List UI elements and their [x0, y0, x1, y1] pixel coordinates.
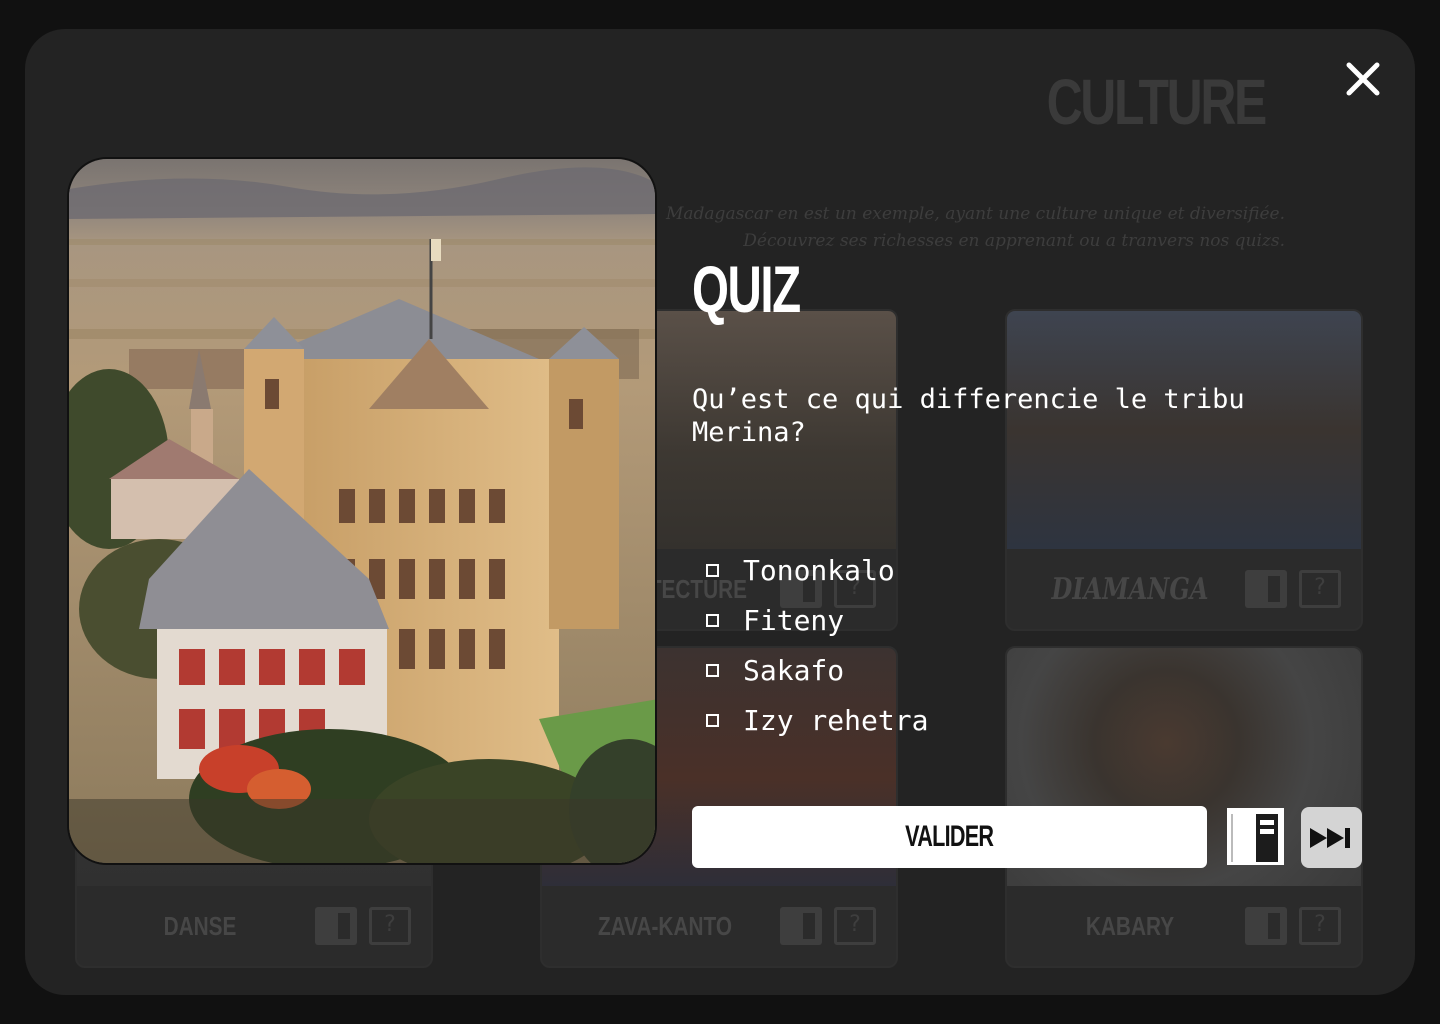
answer-checkbox[interactable]	[706, 563, 719, 577]
book-icon[interactable]	[315, 907, 357, 945]
validate-button[interactable]: VALIDER	[692, 806, 1207, 868]
answer-option[interactable]: Sakafo	[706, 645, 928, 695]
answer-option[interactable]: Tononkalo	[706, 545, 928, 595]
card-label: DIAMANGA	[1051, 571, 1209, 607]
answer-label: Tononkalo	[743, 553, 895, 587]
close-icon	[1346, 62, 1380, 96]
skip-forward-icon	[1309, 827, 1350, 848]
quiz-icon[interactable]: ?	[834, 907, 876, 945]
validate-label: VALIDER	[905, 820, 994, 853]
quiz-icon[interactable]: ?	[369, 907, 411, 945]
book-icon[interactable]	[780, 907, 822, 945]
answer-checkbox[interactable]	[706, 713, 719, 727]
quiz-question: Qu’est ce qui differencie le tribu Merin…	[692, 384, 1245, 448]
answer-checkbox[interactable]	[706, 613, 719, 627]
book-icon[interactable]	[1245, 570, 1287, 608]
quiz-icon[interactable]: ?	[1299, 907, 1341, 945]
card-label: ZAVA-KANTO	[597, 910, 733, 941]
answer-label: Izy rehetra	[743, 703, 929, 737]
answer-label: Fiteny	[743, 603, 845, 637]
answer-options: Tononkalo Fiteny Sakafo Izy rehetra	[706, 545, 928, 745]
skip-button[interactable]	[1301, 807, 1362, 868]
quiz-image	[67, 157, 657, 865]
answer-label: Sakafo	[743, 653, 845, 687]
section-title: CULTURE	[1046, 66, 1268, 138]
answer-option[interactable]: Fiteny	[706, 595, 928, 645]
answer-option[interactable]: Izy rehetra	[706, 695, 928, 745]
book-icon	[1227, 808, 1284, 865]
app-frame: CULTURE Madagascar en est un exemple, ay…	[25, 29, 1415, 995]
card-label: KABARY	[1085, 910, 1175, 941]
book-icon[interactable]	[1245, 907, 1287, 945]
culture-card-diamanga[interactable]: DIAMANGA ?	[1005, 309, 1363, 631]
quiz-title: QUIZ	[692, 252, 801, 326]
palace-illustration	[69, 159, 655, 863]
close-button[interactable]	[1343, 59, 1383, 99]
learn-button[interactable]	[1227, 808, 1284, 865]
answer-checkbox[interactable]	[706, 663, 719, 677]
quiz-icon[interactable]: ?	[1299, 570, 1341, 608]
card-label: DANSE	[163, 910, 237, 941]
